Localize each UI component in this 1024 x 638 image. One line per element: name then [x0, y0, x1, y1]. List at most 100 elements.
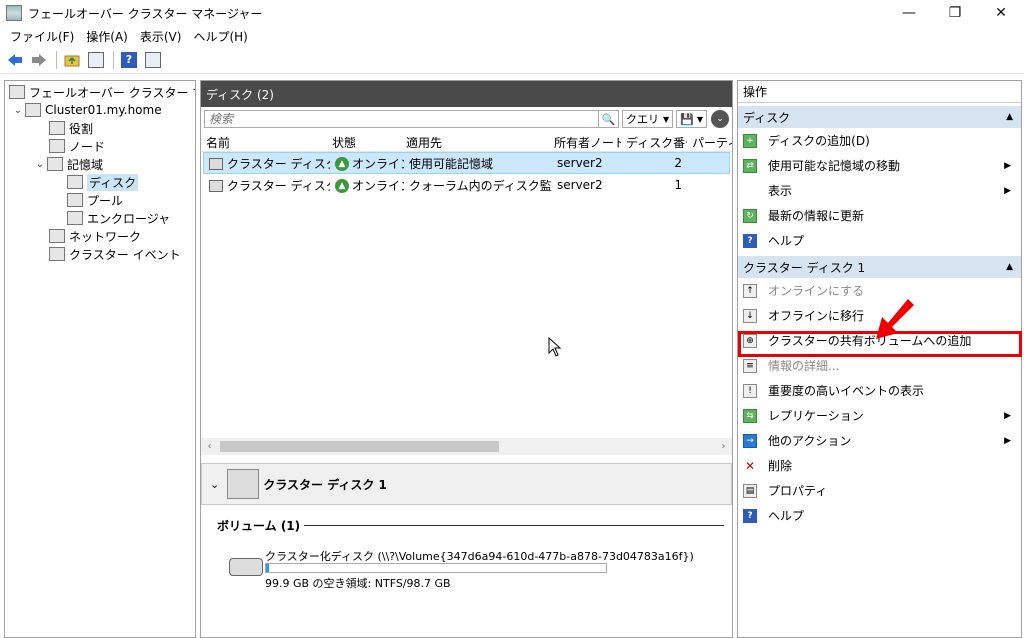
table-header: 名前 状態 適用先 所有者ノード ディスク番号 パーティ: [201, 133, 732, 152]
refresh-icon: ↻: [743, 208, 757, 223]
action-item[interactable]: 表示 ▶: [738, 178, 1021, 203]
detail-title: クラスター ディスク 1: [263, 477, 387, 492]
tree-item-roles[interactable]: 役割: [5, 119, 195, 137]
action-item[interactable]: ! 重要度の高いイベントの表示: [738, 378, 1021, 403]
delete-icon: ✕: [743, 458, 757, 473]
action-label: 削除: [768, 459, 793, 473]
collapse-icon[interactable]: ▲: [1006, 262, 1013, 272]
section-header-cluster-disk-1[interactable]: クラスター ディスク 1 ▲: [738, 256, 1021, 278]
tree-item-nodes[interactable]: ノード: [5, 137, 195, 155]
menu-file[interactable]: ファイル(F): [4, 28, 80, 45]
chevron-down-icon[interactable]: ⌄: [210, 478, 219, 491]
disk-state: オンライン: [352, 178, 404, 193]
column-header-partition[interactable]: パーティ: [687, 134, 732, 151]
show-hide-tree-icon[interactable]: [85, 49, 107, 71]
chevron-down-icon: ▼: [696, 114, 703, 124]
table-row[interactable]: クラスター ディスク 2 ▲オンライン クォーラム内のディスク監視 server…: [203, 174, 730, 196]
back-arrow-icon[interactable]: [4, 49, 26, 71]
show-hide-action-pane-icon[interactable]: [142, 49, 164, 71]
volume-usage-bar: [265, 563, 607, 573]
action-label: オンラインにする: [768, 284, 865, 298]
menu-help[interactable]: ヘルプ(H): [187, 28, 253, 45]
column-header-state[interactable]: 状態: [327, 134, 401, 151]
column-header-owner-node[interactable]: 所有者ノード: [549, 134, 621, 151]
collapse-icon[interactable]: ▲: [1006, 112, 1013, 122]
action-item[interactable]: ? ヘルプ: [738, 503, 1021, 528]
chevron-down-icon[interactable]: ⌄: [33, 159, 47, 170]
detail-panel: ⌄ クラスター ディスク 1 ボリューム (1) クラスター化ディスク (\\?…: [201, 463, 732, 637]
tree-item-storage[interactable]: ⌄ 記憶域: [5, 155, 195, 173]
volume-item[interactable]: クラスター化ディスク (\\?\Volume{347d6a94-610d-477…: [217, 548, 724, 590]
bring-online-icon: ↑: [743, 283, 757, 298]
tree-item-pools[interactable]: プール: [5, 191, 195, 209]
cluster-icon: [25, 103, 41, 117]
online-status-icon: ▲: [335, 179, 349, 193]
scrollbar-thumb[interactable]: [220, 441, 499, 452]
query-button[interactable]: クエリ ▼: [621, 110, 674, 128]
save-icon: 💾: [680, 112, 694, 126]
close-button[interactable]: ✕: [978, 0, 1024, 26]
column-header-disk-number[interactable]: ディスク番号: [621, 134, 687, 151]
add-csv-icon: ⊕: [743, 333, 757, 348]
menu-action[interactable]: 操作(A): [80, 28, 134, 45]
disks-actions-list: + ディスクの追加(D) ⇄ 使用可能な記憶域の移動 ▶ 表示 ▶ ↻ 最新の情報に更新 ? ヘルプ: [738, 128, 1021, 253]
maximize-button[interactable]: ❐: [932, 0, 978, 26]
expand-icon[interactable]: ⌄: [711, 110, 729, 128]
action-item[interactable]: → 他のアクション ▶: [738, 428, 1021, 453]
search-icon[interactable]: 🔍: [598, 110, 619, 128]
cell-name: クラスター ディスク 2: [204, 177, 330, 194]
section-header-disks[interactable]: ディスク ▲: [738, 106, 1021, 128]
action-item[interactable]: ? ヘルプ: [738, 228, 1021, 253]
detail-header[interactable]: ⌄ クラスター ディスク 1: [201, 463, 732, 505]
action-item[interactable]: ⇆ レプリケーション ▶: [738, 403, 1021, 428]
forward-arrow-icon[interactable]: [28, 49, 50, 71]
scroll-right-icon[interactable]: ›: [715, 441, 732, 452]
networks-icon: [49, 229, 65, 243]
search-bar: 🔍 クエリ▼ 💾▼ ⌄: [201, 108, 732, 130]
action-item[interactable]: ⇄ 使用可能な記憶域の移動 ▶: [738, 153, 1021, 178]
up-folder-icon[interactable]: [61, 49, 83, 71]
submenu-arrow-icon: ▶: [1004, 185, 1011, 196]
cell-assigned-to: クォーラム内のディスク監視: [409, 178, 552, 193]
actions-pane: 操作 ディスク ▲ + ディスクの追加(D) ⇄ 使用可能な記憶域の移動 ▶ 表示 ▶ ↻ 最新…: [737, 80, 1022, 638]
chevron-down-icon[interactable]: ⌄: [11, 105, 25, 116]
action-label: 最新の情報に更新: [768, 209, 865, 223]
search-input[interactable]: [204, 110, 599, 128]
action-item[interactable]: + ディスクの追加(D): [738, 128, 1021, 153]
horizontal-scrollbar[interactable]: ‹ ›: [201, 438, 732, 455]
cell-state: ▲オンライン: [330, 177, 404, 194]
volume-name: クラスター化ディスク (\\?\Volume{347d6a94-610d-477…: [265, 550, 694, 563]
section-label: クラスター ディスク 1: [743, 260, 866, 275]
cluster-manager-icon: [9, 85, 25, 99]
tree-item-root[interactable]: フェールオーバー クラスター マネージャー: [5, 83, 195, 101]
actions-title: 操作: [738, 81, 1021, 103]
submenu-arrow-icon: ▶: [1004, 160, 1011, 171]
submenu-arrow-icon: ▶: [1004, 410, 1011, 421]
save-query-button[interactable]: 💾 ▼: [676, 110, 707, 128]
window-title: フェールオーバー クラスター マネージャー: [28, 6, 263, 21]
online-status-icon: ▲: [335, 157, 349, 171]
help-icon: ?: [743, 508, 757, 523]
toolbar-separator: [56, 50, 57, 69]
action-label: 情報の詳細...: [768, 359, 840, 373]
tree-item-disks[interactable]: ディスク: [5, 173, 195, 191]
cell-disk-number: 1: [674, 178, 682, 192]
column-header-assigned-to[interactable]: 適用先: [401, 134, 549, 151]
minimize-button[interactable]: —: [886, 0, 932, 26]
scroll-left-icon[interactable]: ‹: [201, 441, 218, 452]
help-icon[interactable]: ?: [118, 49, 140, 71]
disk-state: オンライン: [352, 156, 404, 171]
action-item[interactable]: ≡ 情報の詳細...: [738, 353, 1021, 378]
action-item[interactable]: ✕ 削除: [738, 453, 1021, 478]
table-row[interactable]: クラスター ディスク 1 ▲オンライン 使用可能記憶域 server2 2: [203, 152, 730, 174]
help-icon: ?: [743, 233, 757, 248]
action-item[interactable]: ↻ 最新の情報に更新: [738, 203, 1021, 228]
action-item[interactable]: ▤ プロパティ: [738, 478, 1021, 503]
tree-item-events[interactable]: クラスター イベント: [5, 245, 195, 263]
tree-item-cluster[interactable]: ⌄ Cluster01.my.home: [5, 101, 195, 119]
column-header-name[interactable]: 名前: [201, 134, 327, 151]
disks-pane: ディスク (2) 🔍 クエリ▼ 💾▼ ⌄ 名前 状態 適用先 所有者ノード ディ…: [200, 80, 733, 638]
menu-view[interactable]: 表示(V): [134, 28, 188, 45]
tree-item-networks[interactable]: ネットワーク: [5, 227, 195, 245]
tree-item-enclosures[interactable]: エンクロージャ: [5, 209, 195, 227]
